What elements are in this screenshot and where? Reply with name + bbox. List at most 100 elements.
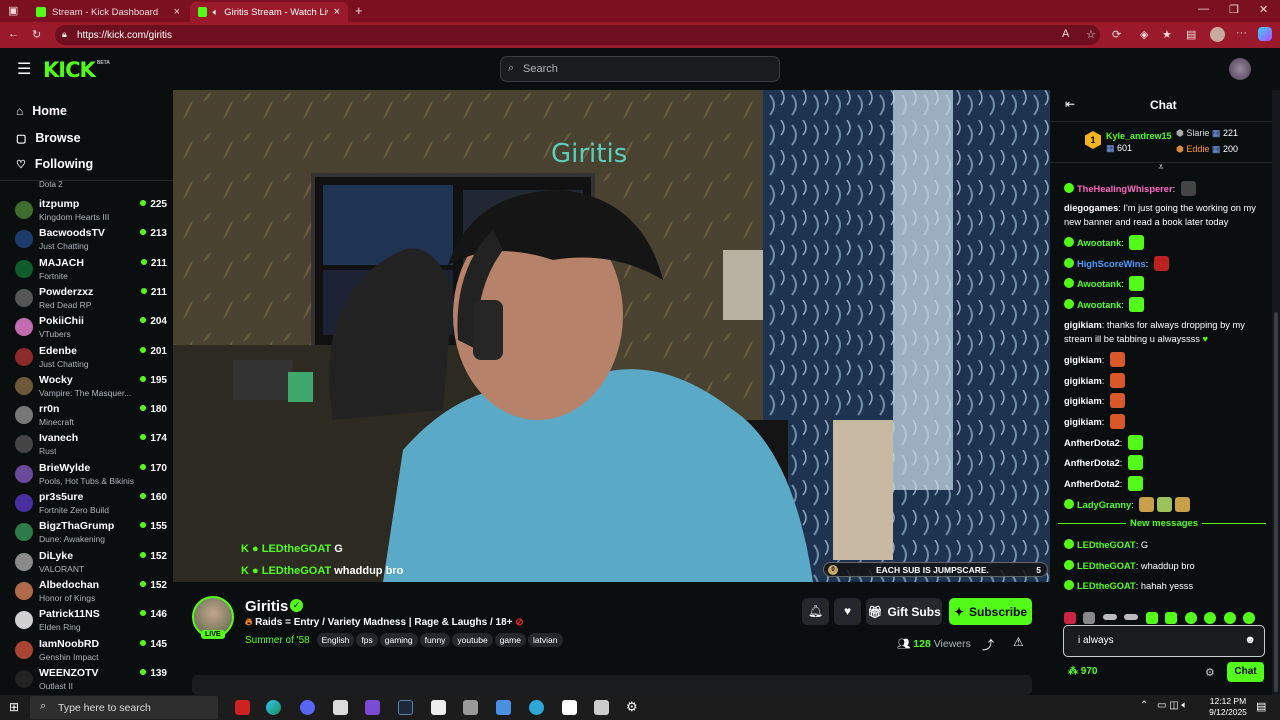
app-icon[interactable] (365, 700, 380, 715)
chat-username[interactable]: Awootank (1077, 238, 1121, 248)
emote-icon[interactable] (1129, 297, 1145, 312)
url-field[interactable]: 🔒︎ https://kick.com/giritis (55, 25, 1100, 45)
search-input[interactable]: ⌕ Search (500, 56, 780, 82)
nav-following[interactable]: ♡ Following (16, 157, 93, 171)
app-icon[interactable] (594, 700, 609, 715)
edge-browser-icon[interactable] (266, 700, 281, 715)
sidebar-channel[interactable]: Patrick11NS Elden Ring 146 (12, 607, 167, 635)
subscribe-button[interactable]: ✦ Subscribe (949, 598, 1032, 625)
emote-icon[interactable] (1124, 614, 1139, 620)
chat-username[interactable]: AnfherDota2 (1064, 479, 1120, 489)
tray-chevron-icon[interactable]: ⌃ (1140, 700, 1148, 711)
sidebar-channel[interactable]: itzpump Kingdom Hearts III 225 (12, 197, 167, 225)
emote-icon[interactable] (1157, 497, 1173, 512)
channel-points[interactable]: ⁂ 970 (1068, 666, 1097, 677)
app-icon[interactable] (463, 700, 478, 715)
app-icon[interactable] (562, 700, 577, 715)
chat-username[interactable]: Awootank (1077, 300, 1121, 310)
tab-actions-icon[interactable]: ▣ (8, 4, 18, 17)
sidebar-channel[interactable]: rr0n Minecraft 180 (12, 402, 167, 430)
nav-browse[interactable]: ▢ Browse (16, 131, 81, 145)
sidebar-channel[interactable]: WEENZOTV Outlast II 139 (12, 666, 167, 694)
emote-icon[interactable] (1139, 497, 1155, 512)
chat-username[interactable]: AnfherDota2 (1064, 438, 1120, 448)
gift-subs-button[interactable]: 🎁︎ Gift Subs (866, 598, 942, 625)
emote-icon[interactable] (1153, 256, 1169, 271)
sidebar-channel[interactable]: BigzThaGrump Dune: Awakening 155 (12, 519, 167, 547)
favorite-star-icon[interactable]: ☆ (1086, 28, 1096, 41)
nav-home[interactable]: ⌂ Home (16, 104, 67, 118)
kick-logo[interactable]: KICK (43, 58, 96, 82)
emote-icon[interactable] (1127, 455, 1143, 470)
emote-icon[interactable] (1109, 414, 1125, 429)
chat-username[interactable]: gigikiam (1064, 320, 1102, 330)
emote-icon[interactable] (1127, 476, 1143, 491)
emote-icon[interactable] (1145, 612, 1158, 624)
chat-username[interactable]: TheHealingWhisperer (1077, 184, 1173, 194)
refresh-icon[interactable]: ↻ (32, 28, 41, 41)
chat-username[interactable]: gigikiam (1064, 396, 1102, 406)
sidebar-channel[interactable]: pr3s5ure Fortnite Zero Build 160 (12, 490, 167, 518)
app-icon[interactable] (496, 700, 511, 715)
more-options-icon[interactable]: ··· (1236, 27, 1247, 39)
back-icon[interactable]: ← (8, 28, 19, 40)
sidebar-channel[interactable]: PokiiChii VTubers 204 (12, 314, 167, 342)
user-avatar[interactable] (1229, 58, 1251, 80)
app-icon[interactable] (529, 700, 544, 715)
emote-icon[interactable] (1180, 181, 1196, 196)
window-close-icon[interactable]: ✕ (1259, 3, 1268, 16)
close-icon[interactable]: × (334, 6, 340, 18)
taskbar-search-input[interactable]: ⌕ Type here to search (30, 696, 218, 719)
tag-chip[interactable]: youtube (452, 633, 493, 647)
emote-icon[interactable] (1184, 612, 1197, 624)
tag-chip[interactable]: funny (419, 633, 451, 647)
emote-icon[interactable] (1223, 612, 1236, 624)
chat-send-button[interactable]: Chat (1227, 662, 1264, 682)
tab-giritis-stream[interactable]: 🔈︎ Giritis Stream - Watch Live o × (190, 2, 348, 22)
expand-leaderboard-icon[interactable]: ⩡ (1158, 162, 1164, 173)
collapse-chat-icon[interactable]: ⇤ (1065, 97, 1075, 111)
report-icon[interactable]: ⚠ (1013, 635, 1024, 649)
maximize-icon[interactable]: ❐ (1229, 3, 1239, 16)
chat-username[interactable]: diegogames (1064, 203, 1118, 213)
tag-chip[interactable]: gaming (379, 633, 418, 647)
copilot-icon[interactable] (1258, 27, 1272, 41)
stream-category[interactable]: Summer of '58 (245, 635, 310, 646)
chat-username[interactable]: AnfherDota2 (1064, 458, 1120, 468)
app-icon[interactable] (235, 700, 250, 715)
sidebar-channel[interactable]: Albedochan Honor of Kings 152 (12, 578, 167, 606)
chat-input[interactable]: i always ☻ (1063, 625, 1265, 657)
favorites-icon[interactable]: ★ (1162, 28, 1172, 41)
emote-icon[interactable] (1129, 276, 1145, 291)
tag-chip[interactable]: English (316, 633, 355, 647)
tag-chip[interactable]: game (494, 633, 526, 647)
emote-icon[interactable] (1165, 612, 1178, 624)
extension-icon[interactable]: ◈ (1140, 28, 1148, 41)
sidebar-channel[interactable]: BacwoodsTV Just Chatting 213 (12, 226, 167, 254)
read-aloud-icon[interactable]: A (1062, 28, 1069, 40)
menu-icon[interactable]: ☰ (17, 59, 31, 79)
emoji-picker-icon[interactable]: ☻ (1244, 634, 1256, 646)
chat-username[interactable]: Awootank (1077, 279, 1121, 289)
clock-time[interactable]: 12:12 PM (1206, 696, 1250, 706)
page-scrollbar[interactable] (1272, 90, 1280, 695)
chat-username[interactable]: gigikiam (1064, 417, 1102, 427)
channel-name[interactable]: Giritis (245, 598, 288, 615)
chat-username[interactable]: HighScoreWins (1077, 259, 1146, 269)
chat-username[interactable]: LEDtheGOAT (1077, 581, 1136, 591)
close-icon[interactable]: × (174, 6, 180, 18)
profile-avatar[interactable] (1210, 27, 1225, 42)
emote-icon[interactable] (1175, 497, 1191, 512)
sidebar-channel[interactable]: Wocky Vampire: The Masquer... 195 (12, 373, 167, 401)
sidebar-channel[interactable]: Ivanech Rust 174 (12, 431, 167, 459)
tag-chip[interactable]: latvian (527, 633, 563, 647)
emote-icon[interactable] (1064, 612, 1076, 624)
chat-username[interactable]: LadyGranny (1077, 500, 1131, 510)
extensions-icon[interactable]: ⟳ (1112, 28, 1121, 41)
emote-icon[interactable] (1129, 235, 1145, 250)
sidebar-channel[interactable]: Edenbe Just Chatting 201 (12, 344, 167, 372)
collections-icon[interactable]: ▤ (1186, 28, 1196, 41)
follow-heart-icon[interactable]: ♥ (834, 598, 861, 625)
sidebar-channel[interactable]: DiLyke VALORANT 152 (12, 549, 167, 577)
steam-icon[interactable] (398, 700, 413, 715)
